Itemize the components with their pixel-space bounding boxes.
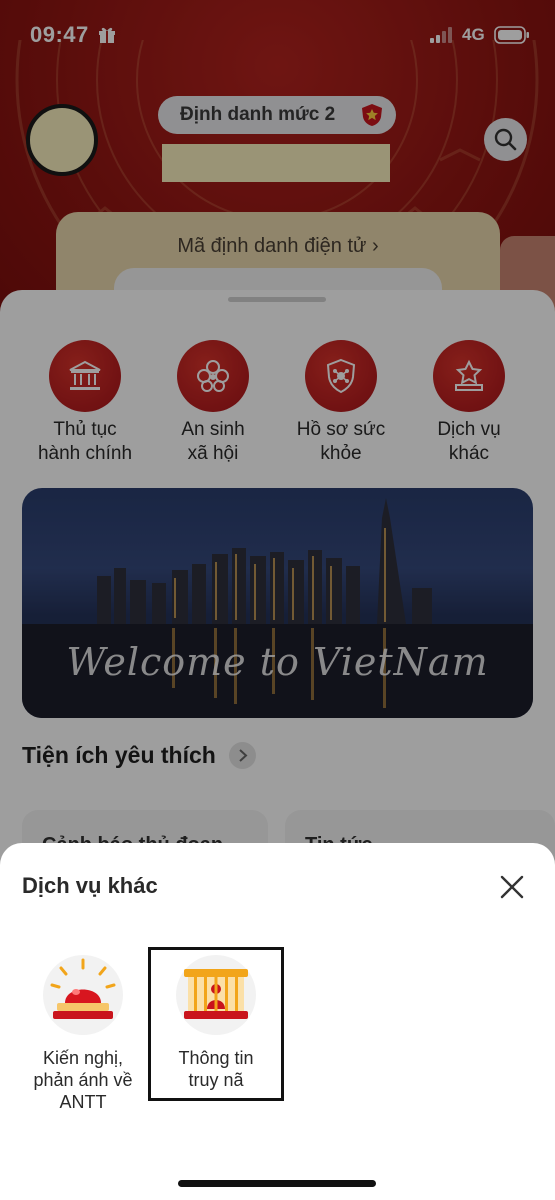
close-icon[interactable] (498, 873, 526, 901)
sheet-title: Dịch vụ khác (22, 873, 158, 898)
sheet-item-icon-bg (43, 955, 123, 1035)
home-indicator[interactable] (178, 1180, 376, 1187)
app-screen: 09:47 4G Định danh mức 2 Mã định danh đi… (0, 0, 555, 1200)
other-services-sheet: Dịch vụ khác Kiến nghị, phản ánh về ANTT… (0, 843, 555, 1200)
sheet-item-label: Kiến nghị, phản ánh về ANTT (33, 1048, 133, 1112)
sheet-item-security-report[interactable]: Kiến nghị, phản ánh về ANTT (18, 955, 148, 1113)
highlight-selection-box (148, 947, 284, 1101)
siren-alarm-icon (50, 958, 116, 1019)
